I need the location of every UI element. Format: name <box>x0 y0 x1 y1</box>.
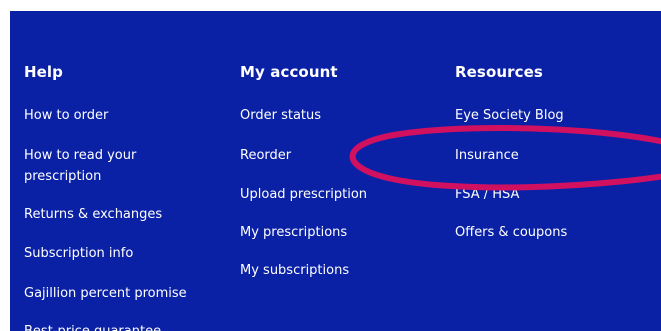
link-returns-exchanges[interactable]: Returns & exchanges <box>24 204 162 225</box>
link-subscription-info[interactable]: Subscription info <box>24 243 133 264</box>
link-reorder[interactable]: Reorder <box>240 145 291 166</box>
my-account-heading: My account <box>240 63 338 81</box>
help-heading: Help <box>24 63 64 81</box>
link-upload-prescription[interactable]: Upload prescription <box>240 184 367 205</box>
link-insurance[interactable]: Insurance <box>455 145 519 166</box>
resources-heading: Resources <box>455 63 543 81</box>
link-how-to-order[interactable]: How to order <box>24 105 108 126</box>
link-my-subscriptions[interactable]: My subscriptions <box>240 260 349 281</box>
link-gajillion-percent-promise[interactable]: Gajillion percent promise <box>24 283 187 304</box>
link-my-prescriptions[interactable]: My prescriptions <box>240 222 347 243</box>
link-fsa-hsa[interactable]: FSA / HSA <box>455 184 519 205</box>
link-best-price-guarantee[interactable]: Best-price guarantee <box>24 321 161 331</box>
link-eye-society-blog[interactable]: Eye Society Blog <box>455 105 564 126</box>
link-offers-coupons[interactable]: Offers & coupons <box>455 222 567 243</box>
site-footer: Help How to order How to read your presc… <box>10 11 661 331</box>
link-order-status[interactable]: Order status <box>240 105 321 126</box>
link-how-to-read-prescription[interactable]: How to read your prescription <box>24 145 174 187</box>
